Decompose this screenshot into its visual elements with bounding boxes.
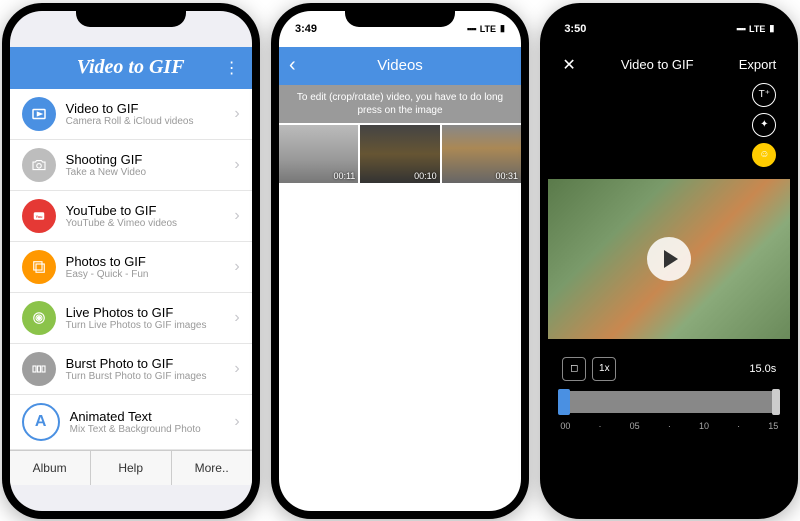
burst-icon: [22, 352, 56, 386]
menu-youtube-to-gif[interactable]: You YouTube to GIFYouTube & Vimeo videos…: [10, 191, 252, 242]
menu-video-to-gif[interactable]: Video to GIFCamera Roll & iCloud videos …: [10, 89, 252, 140]
play-icon: [22, 97, 56, 131]
youtube-icon: You: [22, 199, 56, 233]
video-grid: 00:11 00:10 00:31: [279, 123, 521, 185]
chevron-right-icon: ›: [234, 207, 239, 225]
duration-label: 15.0s: [749, 363, 776, 375]
emoji-tool-icon[interactable]: ☺: [752, 143, 776, 167]
menu-shooting-gif[interactable]: Shooting GIFTake a New Video ›: [10, 140, 252, 191]
page-title: Video to GIF: [621, 57, 694, 72]
live-icon: [22, 301, 56, 335]
status-icons: LTE▮: [736, 23, 774, 34]
tab-album[interactable]: Album: [10, 451, 91, 485]
timeline-scrubber[interactable]: [558, 391, 780, 413]
chevron-right-icon: ›: [234, 309, 239, 327]
video-thumb[interactable]: 00:31: [442, 125, 521, 183]
videos-header: ‹ Videos: [279, 47, 521, 85]
svg-text:You: You: [35, 214, 43, 218]
chevron-right-icon: ›: [234, 258, 239, 276]
chevron-right-icon: ›: [234, 413, 239, 431]
hint-banner: To edit (crop/rotate) video, you have to…: [279, 85, 521, 123]
tab-help[interactable]: Help: [91, 451, 172, 485]
play-icon[interactable]: [647, 237, 691, 281]
main-menu: Video to GIFCamera Roll & iCloud videos …: [10, 89, 252, 450]
video-thumb[interactable]: 00:10: [360, 125, 439, 183]
tab-more[interactable]: More..: [172, 451, 252, 485]
menu-photos-to-gif[interactable]: Photos to GIFEasy - Quick - Fun ›: [10, 242, 252, 293]
status-time: 3:50: [564, 23, 586, 35]
text-tool-icon[interactable]: T⁺: [752, 83, 776, 107]
menu-icon[interactable]: ⋮: [224, 58, 240, 78]
app-title: Video to GIF: [77, 56, 185, 79]
crop-button[interactable]: ◻: [562, 357, 586, 381]
menu-animated-text[interactable]: A Animated TextMix Text & Background Pho…: [10, 395, 252, 450]
export-button[interactable]: Export: [739, 57, 777, 72]
status-icons: LTE▮: [467, 23, 505, 34]
menu-live-photos-to-gif[interactable]: Live Photos to GIFTurn Live Photos to GI…: [10, 293, 252, 344]
tool-column: T⁺ ✦ ☺: [548, 83, 790, 167]
photos-icon: [22, 250, 56, 284]
status-time: 3:49: [295, 23, 317, 35]
chevron-right-icon: ›: [234, 360, 239, 378]
sticker-tool-icon[interactable]: ✦: [752, 113, 776, 137]
text-icon: A: [22, 403, 60, 441]
back-icon[interactable]: ‹: [289, 54, 296, 77]
trim-end-handle[interactable]: [772, 389, 780, 415]
chevron-right-icon: ›: [234, 105, 239, 123]
editor-header: ✕ Video to GIF Export: [548, 47, 790, 83]
video-preview[interactable]: [548, 179, 790, 339]
close-icon[interactable]: ✕: [562, 55, 575, 75]
speed-button[interactable]: 1x: [592, 357, 616, 381]
time-ruler: 00· 05· 10· 15: [548, 417, 790, 435]
page-title: Videos: [377, 57, 423, 74]
camera-icon: [22, 148, 56, 182]
app-header: Video to GIF ⋮: [10, 47, 252, 89]
chevron-right-icon: ›: [234, 156, 239, 174]
menu-burst-photo-to-gif[interactable]: Burst Photo to GIFTurn Burst Photo to GI…: [10, 344, 252, 395]
video-thumb[interactable]: 00:11: [279, 125, 358, 183]
trim-start-handle[interactable]: [558, 389, 570, 415]
bottom-bar: Album Help More..: [10, 450, 252, 485]
